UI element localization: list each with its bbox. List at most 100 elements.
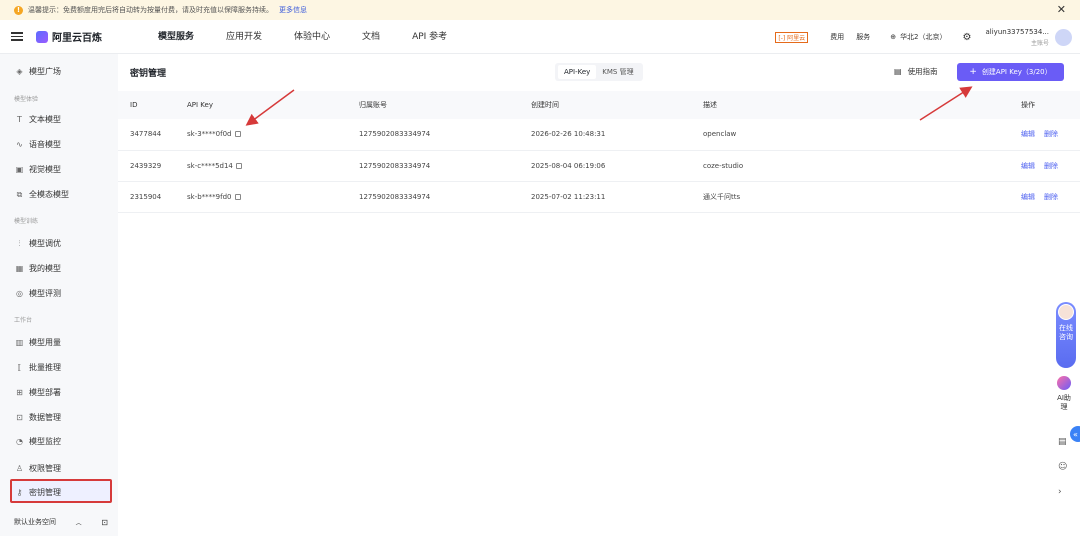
sidebar-item-label: 模型用量 [29, 338, 61, 347]
sidebar-item-keys[interactable]: ⚷ 密钥管理 [14, 487, 61, 498]
close-icon[interactable]: ✕ [1057, 3, 1066, 16]
sidebar-item-label: 批量推理 [29, 363, 61, 372]
delete-button[interactable]: 删除 [1044, 193, 1058, 201]
aliyun-link[interactable]: [-] 阿里云 [775, 31, 809, 43]
fees-link[interactable]: 费用 [830, 32, 844, 42]
sidebar-item-permissions[interactable]: ♙ 权限管理 [14, 463, 61, 474]
sidebar-item-monitor[interactable]: ◔ 模型监控 [14, 436, 61, 447]
main-nav: 模型服务 应用开发 体验中心 文档 API 参考 [142, 20, 463, 54]
copy-icon[interactable] [234, 193, 241, 200]
copy-icon[interactable] [235, 162, 242, 169]
main-panel: 密钥管理 API-Key KMS 管理 ▤ 使用指南 + 创建API Key（3… [118, 54, 1080, 536]
sidebar-item-evaluation[interactable]: ◎ 模型评测 [14, 288, 61, 299]
sidebar-item-label: 模型广场 [29, 67, 61, 76]
nav-model-service[interactable]: 模型服务 [142, 20, 210, 54]
create-api-key-button[interactable]: + 创建API Key（3/20） [957, 63, 1064, 81]
logo[interactable]: 阿里云百炼 [36, 29, 102, 44]
menu-icon[interactable] [11, 32, 23, 41]
feedback-icon[interactable]: ☺ [1058, 462, 1067, 472]
compass-icon: ◎ [16, 289, 23, 298]
table-row: 2315904 sk-b****9fd0 1275902083334974 20… [118, 181, 1080, 213]
online-consult-label: 在线咨询 [1059, 324, 1073, 341]
sidebar-item-label: 语音模型 [29, 140, 61, 149]
avatar[interactable] [1055, 28, 1072, 46]
multimodal-icon: ⧉ [16, 189, 23, 199]
column-header-id: ID [118, 91, 175, 119]
online-consult-button[interactable]: 在线咨询 [1056, 302, 1076, 368]
edit-button[interactable]: 编辑 [1021, 130, 1035, 138]
nav-app-dev[interactable]: 应用开发 [210, 20, 278, 54]
sidebar-item-deploy[interactable]: ⊞ 模型部署 [14, 387, 61, 398]
cell-account: 1275902083334974 [347, 150, 519, 182]
delete-button[interactable]: 删除 [1044, 162, 1058, 170]
edit-button[interactable]: 编辑 [1021, 193, 1035, 201]
sliders-icon: ⫶ [18, 238, 21, 248]
user-info[interactable]: aliyun33757534... 主账号 [986, 28, 1050, 47]
chevron-right-icon[interactable]: › [1058, 487, 1062, 497]
cell-actions: 编辑 删除 [1009, 119, 1080, 151]
sidebar-item-fine-tune[interactable]: ⫶ 模型调优 [14, 238, 62, 249]
sidebar-item-label: 我的模型 [29, 264, 61, 273]
cell-created: 2025-07-02 11:23:11 [519, 181, 691, 213]
sidebar-item-label: 数据管理 [29, 413, 61, 422]
guide-link[interactable]: ▤ 使用指南 [894, 66, 938, 77]
service-link[interactable]: 服务 [856, 32, 870, 42]
sidebar-item-label: 模型调优 [29, 239, 61, 248]
sidebar-item-text-model[interactable]: T 文本模型 [14, 114, 61, 125]
tab-api-key[interactable]: API-Key [558, 65, 597, 79]
delete-button[interactable]: 删除 [1044, 130, 1058, 138]
region-selector[interactable]: ⊕ 华北2（北京） [890, 32, 946, 42]
sidebar-item-multimodal-model[interactable]: ⧉ 全模态模型 [14, 189, 69, 200]
cube-icon: ◈ [16, 67, 23, 76]
camera-icon: ▣ [15, 165, 24, 174]
nav-experience[interactable]: 体验中心 [278, 20, 346, 54]
cell-description: 通义千问tts [691, 181, 1009, 213]
collapse-icon[interactable]: ⊡ [101, 518, 108, 527]
guide-label: 使用指南 [907, 67, 938, 76]
sidebar-item-usage[interactable]: ▥ 模型用量 [14, 337, 61, 348]
cell-description: coze-studio [691, 150, 1009, 182]
user-name: aliyun33757534... [985, 27, 1050, 36]
notice-banner: ! 温馨提示：免费额度用完后将自动转为按量付费，请及时充值以保障服务持续。 更多… [0, 0, 1080, 20]
document-icon[interactable]: ▤ [1058, 437, 1067, 447]
gear-icon[interactable]: ⚙ [963, 32, 972, 43]
banner-link[interactable]: 更多信息 [279, 5, 307, 15]
sidebar-group-training: 模型训练 [14, 218, 39, 225]
copy-icon[interactable] [234, 131, 241, 138]
top-bar: 阿里云百炼 模型服务 应用开发 体验中心 文档 API 参考 [-] 阿里云 费… [0, 20, 1080, 54]
document-icon: ▤ [894, 67, 902, 76]
sidebar-item-label: 模型部署 [29, 388, 61, 397]
column-header-created: 创建时间 [519, 91, 691, 119]
tab-kms[interactable]: KMS 管理 [596, 65, 639, 79]
cell-actions: 编辑 删除 [1009, 150, 1080, 182]
cell-account: 1275902083334974 [347, 181, 519, 213]
edit-button[interactable]: 编辑 [1021, 162, 1035, 170]
plus-icon: + [969, 67, 977, 77]
sidebar-group-workbench: 工作台 [14, 317, 33, 324]
ai-assistant-icon[interactable] [1057, 376, 1071, 390]
column-header-account: 归属账号 [347, 91, 519, 119]
key-icon: ⚷ [16, 488, 23, 497]
sidebar-item-voice-model[interactable]: ∿ 语音模型 [14, 139, 61, 150]
workspace-selector[interactable]: 默认业务空间 ︿ ⊡ [14, 517, 108, 527]
nav-docs[interactable]: 文档 [346, 20, 396, 54]
table-row: 3477844 sk-3****0f0d 1275902083334974 20… [118, 119, 1080, 151]
cell-account: 1275902083334974 [347, 119, 519, 151]
sidebar-item-vision-model[interactable]: ▣ 视觉模型 [14, 164, 61, 175]
logo-text: 阿里云百炼 [52, 33, 102, 44]
user-icon: ♙ [15, 464, 24, 473]
nav-api-reference[interactable]: API 参考 [396, 20, 463, 54]
expand-panel-icon[interactable]: « [1070, 426, 1080, 442]
sidebar-item-batch-inference[interactable]: ⟦ 批量推理 [14, 362, 61, 373]
chevron-up-icon: ︿ [75, 519, 82, 527]
sidebar-item-model-square[interactable]: ◈ 模型广场 [14, 66, 61, 77]
cell-id: 3477844 [118, 119, 175, 151]
ai-assistant-label[interactable]: AI助理 [1056, 394, 1072, 412]
sidebar-item-data[interactable]: ⊡ 数据管理 [14, 412, 61, 423]
user-role: 主账号 [1030, 39, 1049, 47]
pie-icon: ◔ [16, 437, 23, 446]
text-icon: T [17, 115, 22, 124]
sidebar-item-my-models[interactable]: ▦ 我的模型 [14, 263, 61, 274]
cell-id: 2315904 [118, 181, 175, 213]
create-api-key-label: 创建API Key（3/20） [981, 68, 1052, 76]
